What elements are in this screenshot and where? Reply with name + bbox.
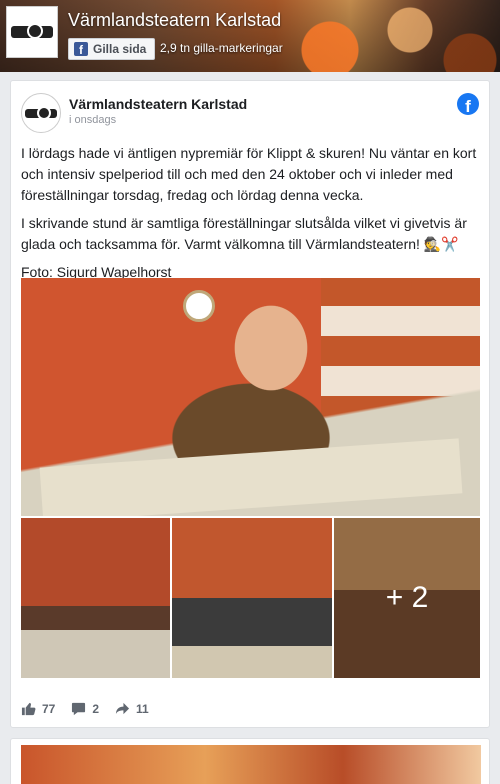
- next-post-photo[interactable]: [21, 745, 481, 784]
- next-post-card: [10, 738, 490, 784]
- post-paragraph: I skrivande stund är samtliga föreställn…: [21, 215, 467, 252]
- like-page-button[interactable]: f Gilla sida: [68, 38, 156, 60]
- post-author[interactable]: Värmlandsteatern Karlstad: [69, 96, 247, 112]
- page-title[interactable]: Värmlandsteatern Karlstad: [68, 10, 281, 31]
- page-like-count: 2,9 tn gilla-markeringar: [160, 41, 283, 55]
- page-logo[interactable]: [6, 6, 58, 58]
- comments-button[interactable]: 2: [71, 701, 99, 716]
- facebook-logo-icon: f: [74, 42, 88, 56]
- facebook-logo-icon[interactable]: f: [457, 93, 479, 115]
- avatar[interactable]: [21, 93, 61, 133]
- post-body: I lördags hade vi äntligen nypremiär för…: [21, 143, 481, 290]
- post-photo-more[interactable]: + 2: [334, 518, 480, 678]
- post-card: Värmlandsteatern Karlstad i onsdags f I …: [10, 80, 490, 728]
- post-photo[interactable]: [172, 518, 332, 678]
- reactions-button[interactable]: 77: [21, 701, 55, 716]
- comment-bubble-icon: [72, 702, 86, 716]
- shares-button[interactable]: 11: [115, 701, 149, 716]
- post-timestamp[interactable]: i onsdags: [69, 114, 116, 126]
- post-photo[interactable]: [21, 518, 170, 678]
- clock-image: [183, 290, 215, 322]
- share-arrow-icon: [115, 702, 130, 715]
- reactions-count: 77: [42, 701, 56, 716]
- post-photo-main[interactable]: [21, 278, 480, 516]
- post-stats: 77 2 11: [21, 701, 149, 716]
- more-photos-count: + 2: [334, 518, 480, 678]
- thumbs-up-icon: [21, 702, 36, 716]
- like-page-button-label: Gilla sida: [93, 42, 147, 56]
- shares-count: 11: [136, 701, 149, 716]
- comments-count: 2: [92, 701, 100, 716]
- page-header-banner: Värmlandsteatern Karlstad f Gilla sida 2…: [0, 0, 500, 72]
- post-paragraph: I lördags hade vi äntligen nypremiär för…: [21, 145, 477, 203]
